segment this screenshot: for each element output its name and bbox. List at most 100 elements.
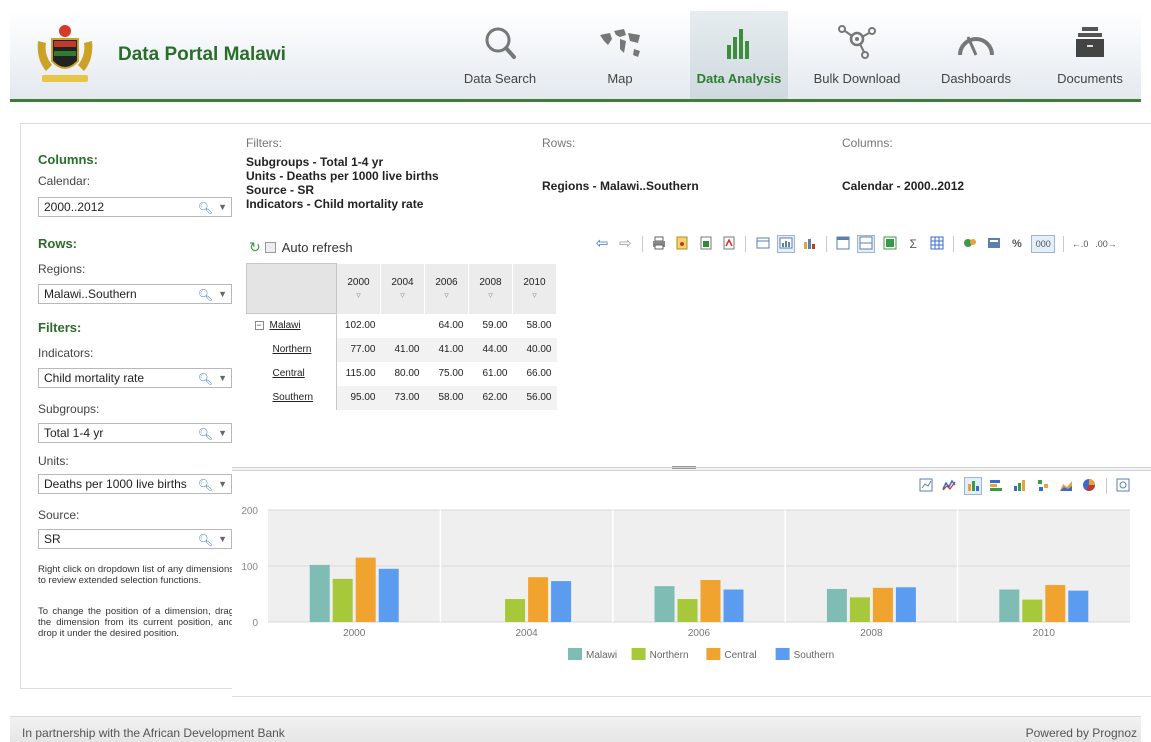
- format-icon[interactable]: [986, 236, 1002, 252]
- nav-data-analysis[interactable]: Data Analysis: [690, 11, 788, 99]
- nav-label: Bulk Download: [813, 71, 901, 86]
- gauge-icon: [958, 36, 994, 56]
- x-tick-label: 2004: [515, 628, 538, 639]
- y-tick-label: 200: [241, 506, 258, 517]
- filter-icon[interactable]: ▿: [386, 290, 419, 301]
- area-chart-icon[interactable]: [1058, 478, 1074, 494]
- back-arrow-icon[interactable]: ⇦: [594, 236, 610, 252]
- row-header[interactable]: Northern: [246, 337, 337, 362]
- region-link[interactable]: Southern: [273, 392, 314, 403]
- nav-dashboards[interactable]: Dashboards: [926, 11, 1026, 99]
- legend-label: Southern: [794, 650, 835, 661]
- bar: [895, 587, 916, 622]
- source-label: Source:: [38, 508, 80, 522]
- units-combo[interactable]: Deaths per 1000 live births 🔍︎ ▼: [38, 474, 232, 494]
- search-icon: [485, 27, 516, 59]
- filter-icon[interactable]: ▿: [342, 290, 375, 301]
- table-cell: 40.00: [512, 337, 557, 362]
- column-header[interactable]: 2000 ▿: [336, 263, 381, 314]
- collapse-icon[interactable]: −: [254, 321, 264, 331]
- bar: [826, 588, 847, 622]
- column-header[interactable]: 2010 ▿: [512, 263, 557, 314]
- row-header[interactable]: Southern: [246, 385, 337, 410]
- auto-refresh-control: ↻ Auto refresh: [249, 239, 353, 256]
- refresh-icon[interactable]: ↻: [249, 239, 261, 256]
- column-year: 2008: [479, 276, 502, 288]
- table-cell: 64.00: [438, 320, 464, 331]
- nav-documents[interactable]: Documents: [1040, 11, 1140, 99]
- sum-icon[interactable]: Σ: [905, 236, 921, 252]
- search-icon[interactable]: 🔍︎: [198, 425, 213, 442]
- regions-combo[interactable]: Malawi..Southern 🔍︎ ▼: [38, 284, 232, 304]
- layout-icon[interactable]: [835, 236, 851, 252]
- dropdown-arrow-icon[interactable]: ▼: [218, 198, 227, 216]
- column-header[interactable]: 2008 ▿: [468, 263, 513, 314]
- filter-summary-line: Indicators - Child mortality rate: [246, 197, 424, 211]
- dropdown-arrow-icon[interactable]: ▼: [218, 285, 227, 303]
- filter-icon[interactable]: ▿: [518, 290, 551, 301]
- search-icon[interactable]: 🔍︎: [198, 286, 213, 303]
- search-icon[interactable]: 🔍︎: [198, 531, 213, 548]
- export-html-icon[interactable]: [674, 236, 690, 252]
- splitter-grip[interactable]: [672, 466, 696, 469]
- layout-split-icon[interactable]: [857, 235, 876, 253]
- decrease-decimals-icon[interactable]: ←.0: [1072, 236, 1089, 252]
- bar-chart-type-icon[interactable]: [963, 477, 982, 495]
- portal-title[interactable]: Data Portal Malawi: [118, 44, 286, 66]
- row-header[interactable]: − Malawi: [246, 313, 337, 338]
- source-combo[interactable]: SR 🔍︎ ▼: [38, 529, 232, 549]
- dropdown-arrow-icon[interactable]: ▼: [218, 369, 227, 387]
- row-header[interactable]: Central: [246, 361, 337, 386]
- indicators-combo[interactable]: Child mortality rate 🔍︎ ▼: [38, 368, 232, 388]
- legend-label: Central: [724, 650, 756, 661]
- calculator-icon[interactable]: [962, 236, 978, 252]
- calendar-combo[interactable]: 2000..2012 🔍︎ ▼: [38, 197, 232, 217]
- column-header[interactable]: 2006 ▿: [424, 263, 469, 314]
- export-excel-icon[interactable]: [698, 236, 714, 252]
- subgroups-combo[interactable]: Total 1-4 yr 🔍︎ ▼: [38, 423, 232, 443]
- chart-view-icon[interactable]: [801, 236, 817, 252]
- dropdown-arrow-icon[interactable]: ▼: [218, 475, 227, 493]
- region-link[interactable]: Malawi: [270, 320, 301, 331]
- bar: [723, 589, 744, 622]
- forward-arrow-icon[interactable]: ⇨: [617, 236, 633, 252]
- bar: [551, 581, 572, 622]
- thousands-button[interactable]: 000: [1031, 235, 1056, 253]
- percent-button[interactable]: %: [1009, 236, 1025, 252]
- pie-chart-icon[interactable]: [1081, 478, 1097, 494]
- column-year: 2006: [435, 276, 458, 288]
- region-link[interactable]: Northern: [273, 344, 312, 355]
- coat-of-arms-logo: [37, 25, 93, 82]
- nav-data-search[interactable]: Data Search: [450, 11, 550, 99]
- print-icon[interactable]: [651, 236, 667, 252]
- export-pdf-icon[interactable]: [721, 236, 737, 252]
- bar: [1068, 590, 1089, 622]
- search-icon[interactable]: 🔍︎: [198, 476, 213, 493]
- table-view-icon[interactable]: [755, 236, 771, 252]
- increase-decimals-icon[interactable]: .00→: [1095, 236, 1117, 252]
- footer-powered-by[interactable]: Powered by Prognoz: [1026, 726, 1137, 740]
- auto-refresh-checkbox[interactable]: [264, 242, 276, 253]
- horizontal-bar-icon[interactable]: [988, 478, 1004, 494]
- nav-bulk-download[interactable]: Bulk Download: [802, 11, 912, 99]
- line-chart-icon[interactable]: [941, 478, 957, 494]
- stacked-bar-icon[interactable]: [1011, 478, 1027, 494]
- search-icon[interactable]: 🔍︎: [198, 199, 213, 216]
- filter-icon[interactable]: ▿: [430, 290, 463, 301]
- filter-icon[interactable]: ▿: [474, 290, 507, 301]
- grid-icon[interactable]: [929, 236, 945, 252]
- dropdown-arrow-icon[interactable]: ▼: [218, 424, 227, 442]
- dropdown-arrow-icon[interactable]: ▼: [218, 530, 227, 548]
- nav-map[interactable]: Map: [570, 11, 670, 99]
- table-chart-view-icon[interactable]: [777, 235, 796, 253]
- panel-splitter[interactable]: [232, 466, 1151, 471]
- bar: [309, 564, 330, 622]
- chart-settings-icon[interactable]: [918, 478, 934, 494]
- layout-green-icon[interactable]: [882, 236, 898, 252]
- column-header[interactable]: 2004 ▿: [380, 263, 425, 314]
- chart-export-icon[interactable]: [1115, 478, 1131, 494]
- region-link[interactable]: Central: [273, 368, 305, 379]
- scatter-icon[interactable]: [1035, 478, 1051, 494]
- search-icon[interactable]: 🔍︎: [198, 370, 213, 387]
- table-toolbar: ⇦ ⇨ Σ % 000 ←.0 .00→: [592, 235, 1117, 256]
